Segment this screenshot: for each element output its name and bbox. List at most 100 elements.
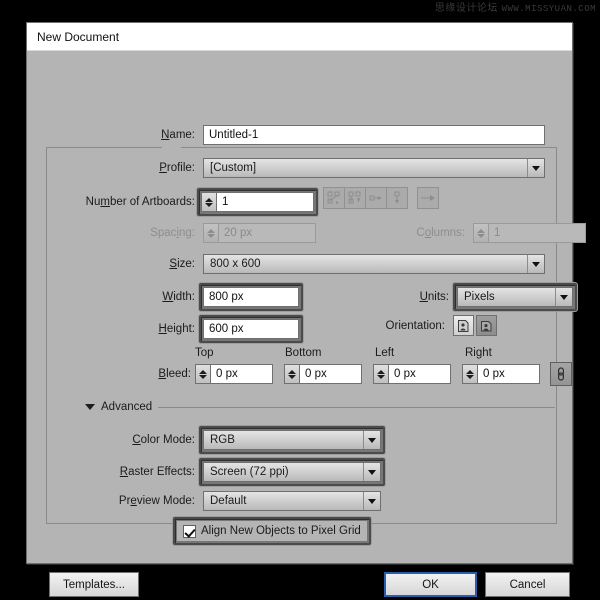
align-pixel-grid-checkbox-row[interactable]: Align New Objects to Pixel Grid bbox=[177, 521, 367, 541]
orientation-label: Orientation: bbox=[367, 320, 445, 332]
color-mode-select[interactable]: RGB bbox=[203, 430, 381, 450]
columns-input: 1 bbox=[488, 223, 586, 243]
artboards-row: Number of Artboards: 1 bbox=[55, 188, 318, 216]
width-input[interactable]: 800 px bbox=[203, 287, 299, 307]
advanced-label: Advanced bbox=[101, 401, 152, 413]
ok-button-label: OK bbox=[422, 579, 439, 591]
bleed-left-value: 0 px bbox=[394, 368, 416, 380]
units-select[interactable]: Pixels bbox=[457, 287, 573, 307]
size-select[interactable]: 800 x 600 bbox=[203, 254, 545, 274]
bleed-row: Bleed: 0 px 0 px 0 px bbox=[125, 362, 572, 386]
spacing-stepper bbox=[203, 223, 218, 243]
chevron-down-icon bbox=[363, 431, 380, 449]
ok-button[interactable]: OK bbox=[384, 572, 477, 597]
color-mode-label: Color Mode: bbox=[125, 434, 195, 446]
preview-mode-label: Preview Mode: bbox=[109, 495, 195, 507]
height-input-value: 600 px bbox=[209, 323, 244, 335]
advanced-section-header[interactable]: Advanced bbox=[85, 399, 555, 415]
name-label: Name: bbox=[125, 129, 195, 141]
bleed-top-value: 0 px bbox=[216, 368, 238, 380]
artboards-input[interactable]: 1 bbox=[216, 192, 314, 212]
align-pixel-grid-label: Align New Objects to Pixel Grid bbox=[201, 525, 361, 537]
chevron-down-icon bbox=[527, 255, 544, 273]
columns-input-value: 1 bbox=[494, 227, 500, 239]
grid-by-row-icon[interactable] bbox=[323, 187, 345, 209]
bleed-header-left: Left bbox=[375, 347, 465, 359]
size-label: Size: bbox=[125, 258, 195, 270]
height-row: Height: 600 px bbox=[125, 315, 303, 343]
bleed-header-bottom: Bottom bbox=[285, 347, 375, 359]
bleed-right-stepper[interactable] bbox=[462, 364, 477, 384]
cancel-button[interactable]: Cancel bbox=[485, 572, 570, 597]
width-label: Width: bbox=[125, 291, 195, 303]
name-row: Name: Untitled-1 bbox=[125, 125, 545, 145]
color-mode-select-value: RGB bbox=[210, 434, 363, 446]
bleed-top-stepper[interactable] bbox=[195, 364, 210, 384]
height-input[interactable]: 600 px bbox=[203, 319, 299, 339]
columns-row: Columns: 1 bbox=[405, 223, 586, 243]
spacing-label: Spacing: bbox=[125, 227, 195, 239]
portrait-orientation-icon[interactable] bbox=[453, 315, 474, 336]
preview-mode-select[interactable]: Default bbox=[203, 491, 381, 511]
chevron-down-icon bbox=[555, 288, 572, 306]
preview-mode-row: Preview Mode: Default bbox=[109, 491, 381, 511]
raster-effects-select-value: Screen (72 ppi) bbox=[210, 466, 363, 478]
bleed-label: Bleed: bbox=[125, 368, 191, 380]
profile-select-value: [Custom] bbox=[210, 162, 527, 174]
checkbox-checked-icon[interactable] bbox=[183, 525, 196, 538]
bleed-left-input[interactable]: 0 px bbox=[388, 364, 451, 384]
columns-stepper bbox=[473, 223, 488, 243]
templates-button-label: Templates... bbox=[63, 579, 125, 591]
bleed-top-input[interactable]: 0 px bbox=[210, 364, 273, 384]
advanced-divider bbox=[158, 407, 555, 408]
arrange-top-to-bottom-icon[interactable] bbox=[386, 187, 408, 209]
orientation-row: Orientation: bbox=[367, 315, 497, 336]
bleed-right-input[interactable]: 0 px bbox=[477, 364, 540, 384]
cancel-button-label: Cancel bbox=[510, 579, 546, 591]
raster-effects-select[interactable]: Screen (72 ppi) bbox=[203, 462, 381, 482]
new-document-dialog: New Document Name: Untitled-1 Profile: [… bbox=[26, 22, 573, 564]
align-pixel-grid-wrapper: Align New Objects to Pixel Grid bbox=[173, 517, 371, 545]
bleed-bottom-input[interactable]: 0 px bbox=[299, 364, 362, 384]
columns-label: Columns: bbox=[405, 227, 465, 239]
color-mode-row: Color Mode: RGB bbox=[125, 426, 385, 454]
spacing-input: 20 px bbox=[218, 223, 316, 243]
profile-label: Profile: bbox=[125, 162, 195, 174]
size-select-value: 800 x 600 bbox=[210, 258, 527, 270]
units-row: Units: Pixels bbox=[405, 283, 577, 311]
chevron-down-icon bbox=[363, 463, 380, 481]
artboard-arrange-group bbox=[323, 187, 439, 209]
raster-effects-label: Raster Effects: bbox=[109, 466, 195, 478]
name-input[interactable]: Untitled-1 bbox=[203, 125, 545, 145]
height-input-wrapper: 600 px bbox=[199, 315, 303, 343]
landscape-orientation-icon[interactable] bbox=[476, 315, 497, 336]
chevron-down-icon bbox=[527, 159, 544, 177]
chain-link-icon[interactable] bbox=[550, 362, 572, 386]
templates-button[interactable]: Templates... bbox=[49, 572, 139, 597]
name-input-value: Untitled-1 bbox=[209, 129, 258, 141]
arrange-left-to-right-icon[interactable] bbox=[365, 187, 387, 209]
watermark-en: WWW.MISSYUAN.COM bbox=[502, 4, 596, 14]
height-label: Height: bbox=[125, 323, 195, 335]
spacing-row: Spacing: 20 px bbox=[125, 223, 316, 243]
watermark: 思缘设计论坛 WWW.MISSYUAN.COM bbox=[435, 2, 596, 16]
grid-by-column-icon[interactable] bbox=[344, 187, 366, 209]
artboards-input-value: 1 bbox=[222, 196, 228, 208]
bleed-bottom-stepper[interactable] bbox=[284, 364, 299, 384]
bleed-right-value: 0 px bbox=[483, 368, 505, 380]
preview-mode-select-value: Default bbox=[210, 495, 363, 507]
arrow-right-icon[interactable] bbox=[417, 187, 439, 209]
profile-select[interactable]: [Custom] bbox=[203, 158, 545, 178]
watermark-cn: 思缘设计论坛 bbox=[435, 3, 498, 14]
artboards-stepper[interactable] bbox=[201, 192, 216, 212]
align-pixel-grid-ring: Align New Objects to Pixel Grid bbox=[173, 517, 371, 545]
color-mode-select-wrapper: RGB bbox=[199, 426, 385, 454]
width-input-value: 800 px bbox=[209, 291, 244, 303]
bleed-column-headers: Top Bottom Left Right bbox=[195, 347, 555, 359]
bleed-left-stepper[interactable] bbox=[373, 364, 388, 384]
size-row: Size: 800 x 600 bbox=[125, 254, 545, 274]
chevron-down-icon bbox=[85, 404, 95, 410]
spacing-input-value: 20 px bbox=[224, 227, 252, 239]
profile-row: Profile: [Custom] bbox=[125, 158, 545, 178]
units-label: Units: bbox=[405, 291, 449, 303]
